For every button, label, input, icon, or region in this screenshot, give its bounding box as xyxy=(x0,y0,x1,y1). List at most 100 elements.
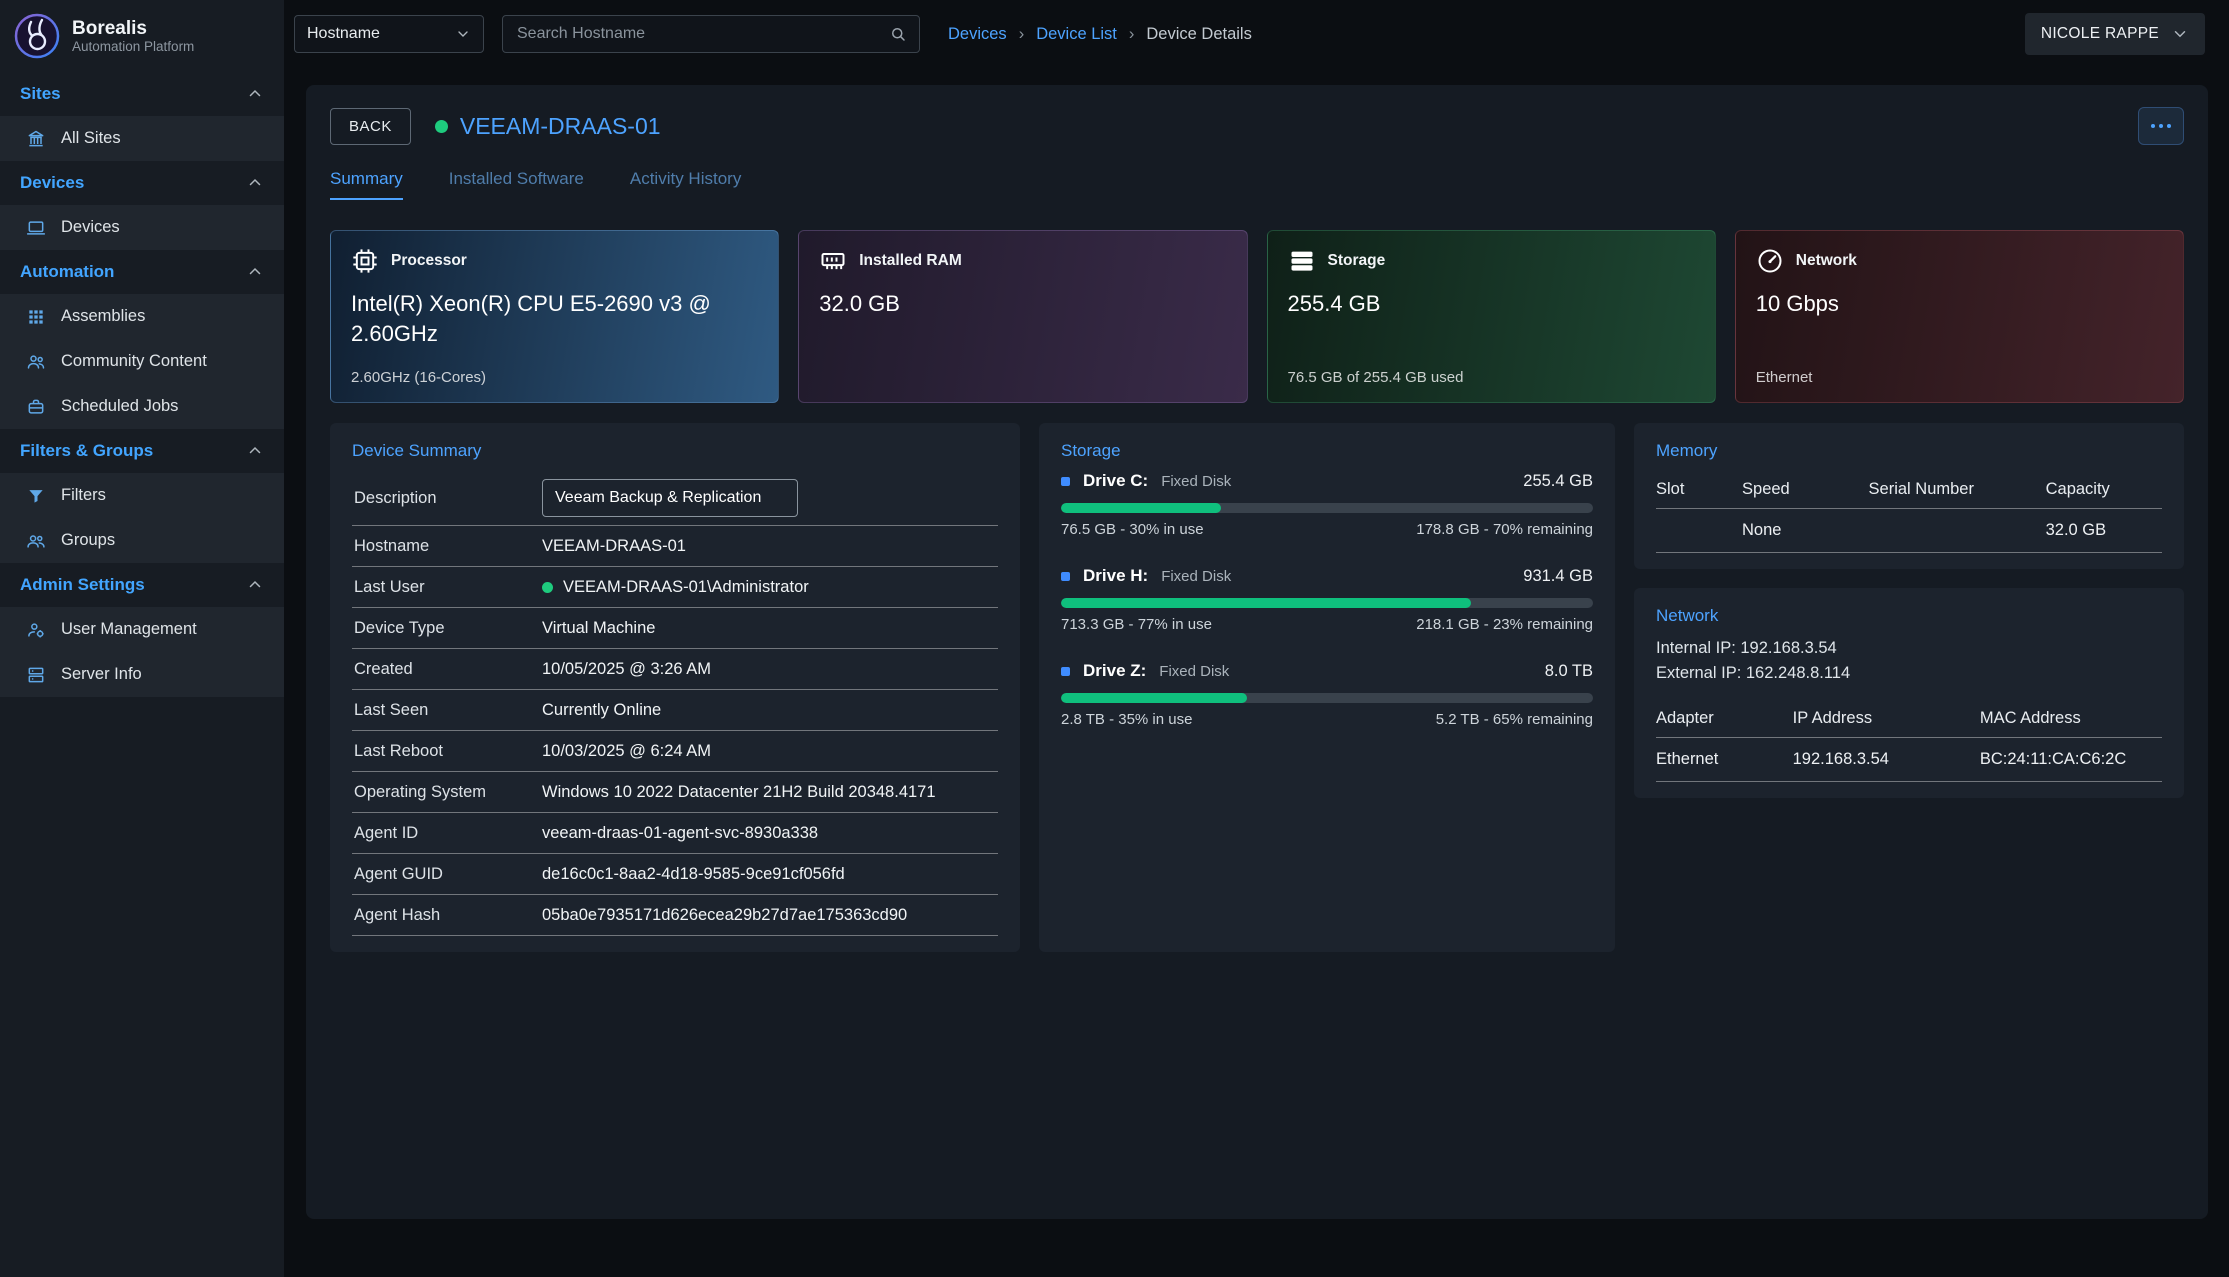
sidebar-item-label: Server Info xyxy=(61,665,142,684)
search-icon[interactable] xyxy=(889,25,907,43)
row-label: Operating System xyxy=(354,783,542,802)
sidebar-item-groups[interactable]: Groups xyxy=(0,518,284,563)
memory-table-row: None 32.0 GB xyxy=(1656,509,2162,553)
drive-usage-fill xyxy=(1061,503,1221,513)
user-online-dot xyxy=(542,582,553,593)
sidebar-section-automation[interactable]: Automation xyxy=(0,250,284,294)
chevron-up-icon xyxy=(246,174,264,192)
card-value: 255.4 GB xyxy=(1288,289,1663,319)
sidebar-section-label: Automation xyxy=(20,262,114,282)
summary-row-agent-id: Agent ID veeam-draas-01-agent-svc-8930a3… xyxy=(352,813,998,854)
col-header: Adapter xyxy=(1656,709,1793,728)
search-box xyxy=(502,15,920,53)
sidebar-item-devices[interactable]: Devices xyxy=(0,205,284,250)
drive-name: Drive Z: xyxy=(1083,661,1146,681)
internal-ip: Internal IP: 192.168.3.54 xyxy=(1656,636,2162,661)
search-field-dropdown[interactable]: Hostname xyxy=(294,15,484,53)
drive-usage-bar xyxy=(1061,598,1593,608)
row-label: Last Reboot xyxy=(354,742,542,761)
drive-remaining: 218.1 GB - 23% remaining xyxy=(1416,616,1593,633)
tab-activity-history[interactable]: Activity History xyxy=(630,169,741,200)
summary-row-created: Created 10/05/2025 @ 3:26 AM xyxy=(352,649,998,690)
cell-capacity: 32.0 GB xyxy=(2046,521,2162,540)
sidebar-section-filters-groups[interactable]: Filters & Groups xyxy=(0,429,284,473)
sidebar-item-filters[interactable]: Filters xyxy=(0,473,284,518)
summary-row-agent-guid: Agent GUID de16c0c1-8aa2-4d18-9585-9ce91… xyxy=(352,854,998,895)
cell-serial xyxy=(1869,521,2046,540)
device-summary-panel: Device Summary Description Hostname VEEA… xyxy=(330,423,1020,952)
drive-bullet-icon xyxy=(1061,667,1070,676)
sidebar-item-assemblies[interactable]: Assemblies xyxy=(0,294,284,339)
row-value: 10/03/2025 @ 6:24 AM xyxy=(542,742,711,761)
chevron-up-icon xyxy=(246,85,264,103)
breadcrumb-device-list[interactable]: Device List xyxy=(1036,25,1117,44)
sidebar-item-community-content[interactable]: Community Content xyxy=(0,339,284,384)
card-value: Intel(R) Xeon(R) CPU E5-2690 v3 @ 2.60GH… xyxy=(351,289,726,348)
card-sub: Ethernet xyxy=(1756,369,1813,386)
page-title: VEEAM-DRAAS-01 xyxy=(460,113,661,140)
app-name: Borealis xyxy=(72,18,194,40)
sidebar-section-label: Admin Settings xyxy=(20,575,145,595)
sidebar-section-sites[interactable]: Sites xyxy=(0,72,284,116)
sidebar-item-all-sites[interactable]: All Sites xyxy=(0,116,284,161)
sidebar-item-label: Community Content xyxy=(61,352,207,371)
storage-icon xyxy=(1288,247,1316,275)
tab-summary[interactable]: Summary xyxy=(330,169,403,200)
cell-slot xyxy=(1656,521,1742,540)
description-input[interactable] xyxy=(542,479,798,517)
card-value: 32.0 GB xyxy=(819,289,1194,319)
row-label: Created xyxy=(354,660,542,679)
drive-type: Fixed Disk xyxy=(1161,473,1231,490)
breadcrumb-devices[interactable]: Devices xyxy=(948,25,1007,44)
detail-panels: Device Summary Description Hostname VEEA… xyxy=(330,423,2184,952)
search-input[interactable] xyxy=(515,24,889,44)
topbar: Hostname Devices › Device List › Device … xyxy=(284,0,2229,68)
col-header: Capacity xyxy=(2046,480,2162,499)
app-logo-icon xyxy=(14,13,60,59)
external-ip: External IP: 162.248.8.114 xyxy=(1656,661,2162,686)
drive-c: Drive C: Fixed Disk 255.4 GB 76.5 GB - 3… xyxy=(1061,471,1593,538)
chevron-up-icon xyxy=(246,263,264,281)
ram-icon xyxy=(819,247,847,275)
back-button[interactable]: BACK xyxy=(330,108,411,145)
sidebar-item-scheduled-jobs[interactable]: Scheduled Jobs xyxy=(0,384,284,429)
sidebar-item-label: Assemblies xyxy=(61,307,145,326)
sidebar-item-label: Devices xyxy=(61,218,120,237)
panel-title: Network xyxy=(1656,606,2162,626)
scheduled-jobs-icon xyxy=(26,397,46,417)
sidebar-section-label: Sites xyxy=(20,84,61,104)
row-value: Windows 10 2022 Datacenter 21H2 Build 20… xyxy=(542,783,936,802)
chevron-down-icon xyxy=(2171,25,2189,43)
dropdown-value: Hostname xyxy=(307,25,380,43)
tab-installed-software[interactable]: Installed Software xyxy=(449,169,584,200)
drive-usage-bar xyxy=(1061,693,1593,703)
cell-adapter: Ethernet xyxy=(1656,750,1793,769)
sidebar-item-label: All Sites xyxy=(61,129,121,148)
kebab-menu-icon xyxy=(2151,124,2155,128)
sidebar-item-user-management[interactable]: User Management xyxy=(0,607,284,652)
drive-name: Drive C: xyxy=(1083,471,1148,491)
sidebar-item-label: User Management xyxy=(61,620,197,639)
content-area: BACK VEEAM-DRAAS-01 Summary Installed So… xyxy=(284,68,2229,1277)
cell-mac-address: BC:24:11:CA:C6:2C xyxy=(1980,750,2162,769)
card-label: Processor xyxy=(391,252,467,270)
stat-cards: Processor Intel(R) Xeon(R) CPU E5-2690 v… xyxy=(330,230,2184,403)
row-label: Description xyxy=(354,489,542,508)
sidebar-section-devices[interactable]: Devices xyxy=(0,161,284,205)
summary-row-hostname: Hostname VEEAM-DRAAS-01 xyxy=(352,526,998,567)
drive-size: 8.0 TB xyxy=(1545,662,1593,681)
sidebar-item-server-info[interactable]: Server Info xyxy=(0,652,284,697)
drive-name: Drive H: xyxy=(1083,566,1148,586)
storage-card: Storage 255.4 GB 76.5 GB of 255.4 GB use… xyxy=(1267,230,1716,403)
memory-table-header: Slot Speed Serial Number Capacity xyxy=(1656,471,2162,509)
user-menu-button[interactable]: NICOLE RAPPE xyxy=(2025,13,2205,55)
device-header: BACK VEEAM-DRAAS-01 xyxy=(330,107,2184,145)
row-value: VEEAM-DRAAS-01\Administrator xyxy=(542,578,809,597)
card-sub: 2.60GHz (16-Cores) xyxy=(351,369,486,386)
more-options-button[interactable] xyxy=(2138,107,2184,145)
drive-usage-bar xyxy=(1061,503,1593,513)
drive-in-use: 713.3 GB - 77% in use xyxy=(1061,616,1212,633)
summary-row-last-user: Last User VEEAM-DRAAS-01\Administrator xyxy=(352,567,998,608)
row-value: 05ba0e7935171d626ecea29b27d7ae175363cd90 xyxy=(542,906,907,925)
sidebar-section-admin-settings[interactable]: Admin Settings xyxy=(0,563,284,607)
